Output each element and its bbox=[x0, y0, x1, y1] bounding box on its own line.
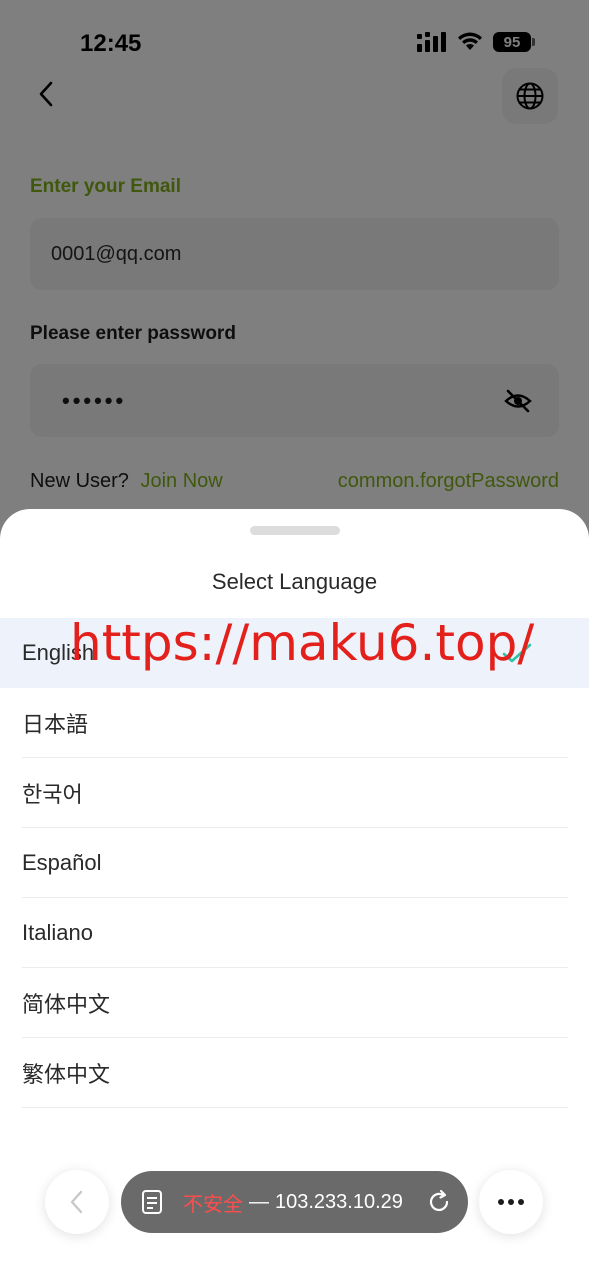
language-option-traditional-chinese[interactable]: 繁体中文 bbox=[0, 1038, 589, 1108]
language-option-italian[interactable]: Italiano bbox=[0, 898, 589, 968]
sheet-title: Select Language bbox=[211, 569, 378, 594]
sheet-drag-handle[interactable] bbox=[250, 526, 340, 535]
language-label: 한국어 bbox=[22, 782, 83, 807]
language-label: Italiano bbox=[22, 920, 93, 945]
browser-back-button[interactable] bbox=[45, 1170, 109, 1234]
watermark-text: https://maku6.top/ bbox=[70, 614, 535, 672]
more-dots-icon bbox=[498, 1199, 524, 1205]
insecure-label: 不安全 bbox=[183, 1191, 243, 1216]
chevron-left-icon bbox=[70, 1190, 83, 1214]
reload-icon[interactable] bbox=[426, 1189, 452, 1215]
language-option-simplified-chinese[interactable]: 简体中文 bbox=[0, 968, 589, 1038]
language-label: 日本語 bbox=[22, 712, 89, 737]
tabs-icon bbox=[142, 1190, 162, 1214]
language-option-korean[interactable]: 한국어 bbox=[0, 758, 589, 828]
address-bar[interactable]: 不安全 — 103.233.10.29 bbox=[121, 1171, 468, 1233]
browser-more-button[interactable] bbox=[479, 1170, 543, 1234]
language-label: Español bbox=[22, 850, 102, 875]
address-separator: — bbox=[249, 1190, 269, 1213]
language-list: English 日本語 한국어 Español Italiano 简体中文 繁体… bbox=[0, 618, 589, 1108]
address-text: 103.233.10.29 bbox=[275, 1190, 403, 1213]
language-option-japanese[interactable]: 日本語 bbox=[0, 688, 589, 758]
language-option-spanish[interactable]: Español bbox=[0, 828, 589, 898]
language-label: 繁体中文 bbox=[22, 1062, 111, 1087]
language-label: 简体中文 bbox=[22, 992, 111, 1017]
